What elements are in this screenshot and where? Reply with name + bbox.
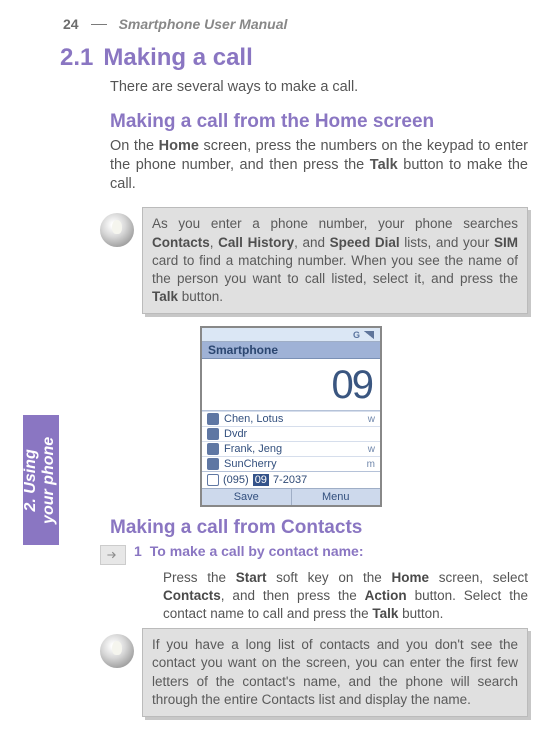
contact-icon — [207, 458, 219, 470]
ss-dialed-digits: 09 — [202, 359, 380, 411]
list-item: Frank, Jengw — [202, 441, 380, 456]
page-number: 24 — [63, 16, 79, 32]
section-heading: 2.1 Making a call — [60, 44, 528, 72]
step-title: To make a call by contact name: — [150, 543, 364, 559]
sub1-body: On the Home screen, press the numbers on… — [110, 137, 528, 194]
tip-icon — [100, 634, 134, 668]
ss-softkeys: Save Menu — [202, 488, 380, 505]
chapter-side-tab: 2. Using your phone — [23, 415, 59, 545]
subheading-home: Making a call from the Home screen — [110, 111, 528, 133]
contact-icon — [207, 428, 219, 440]
signal-icon — [364, 331, 374, 339]
manual-title: Smartphone User Manual — [119, 16, 288, 32]
subheading-contacts: Making a call from Contacts — [110, 517, 528, 539]
ss-title: Smartphone — [202, 342, 380, 359]
ss-status-bar: G — [202, 328, 380, 342]
page-content: 2.1 Making a call There are several ways… — [60, 44, 528, 729]
ss-number-row: (095) 097-2037 — [202, 472, 380, 488]
step-row: 1 To make a call by contact name: — [100, 543, 528, 565]
contact-icon — [207, 413, 219, 425]
header-divider — [91, 24, 107, 25]
side-tab-line1: 2. Using — [23, 449, 40, 511]
step-body: Press the Start soft key on the Home scr… — [163, 569, 528, 622]
intro-text: There are several ways to make a call. — [110, 78, 528, 97]
softkey-save: Save — [202, 489, 292, 505]
side-tab-line2: your phone — [41, 436, 58, 523]
list-item: SunCherrym — [202, 456, 380, 471]
tip-long-list: If you have a long list of contacts and … — [100, 628, 528, 717]
tip-box: If you have a long list of contacts and … — [142, 628, 528, 717]
arrow-icon — [100, 545, 126, 565]
list-item: Chen, Lotusw — [202, 411, 380, 426]
list-item: Dvdr — [202, 426, 380, 441]
section-title: Making a call — [103, 44, 252, 72]
page-header: 24 Smartphone User Manual — [63, 16, 520, 32]
phone-icon — [207, 474, 219, 486]
tip-box: As you enter a phone number, your phone … — [142, 207, 528, 314]
section-number: 2.1 — [60, 44, 93, 72]
tip-search-contacts: As you enter a phone number, your phone … — [100, 207, 528, 314]
phone-screenshot: G Smartphone 09 Chen, Lotusw Dvdr Frank,… — [200, 326, 382, 507]
gprs-icon: G — [353, 330, 360, 340]
tip-icon — [100, 213, 134, 247]
ss-match-list: Chen, Lotusw Dvdr Frank, Jengw SunCherry… — [202, 411, 380, 472]
contact-icon — [207, 443, 219, 455]
step-number: 1 — [134, 543, 142, 559]
softkey-menu: Menu — [292, 489, 381, 505]
